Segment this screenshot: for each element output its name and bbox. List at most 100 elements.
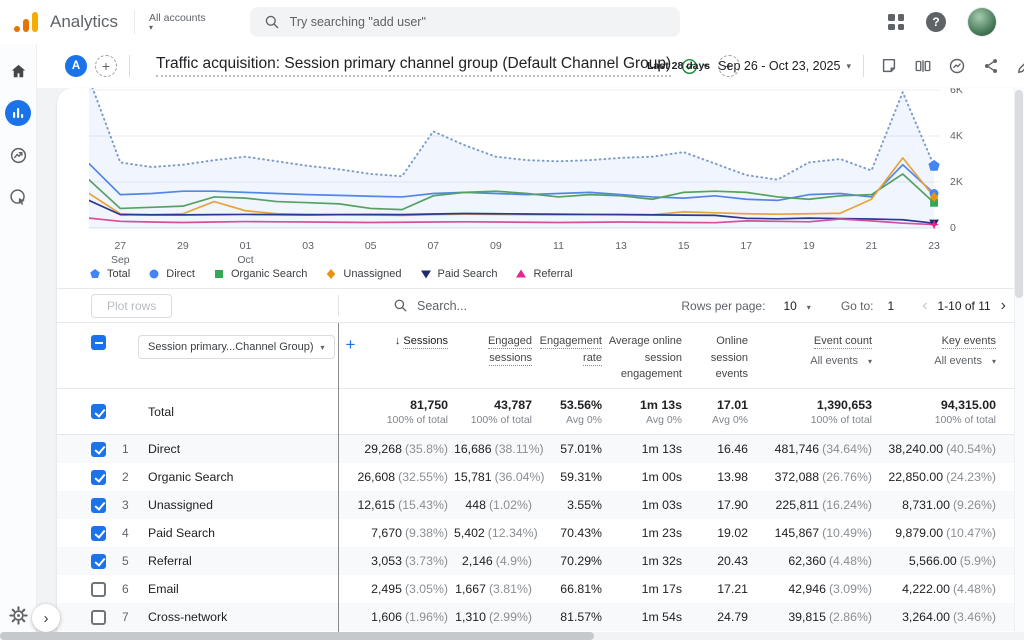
vertical-scrollbar[interactable] — [1015, 90, 1023, 298]
search-icon — [393, 298, 408, 313]
table-search-input[interactable]: Search... — [393, 298, 467, 313]
y-axis-label: 6K — [950, 88, 963, 96]
report-canvas: 6K4K2K0 27Sep2901Oct03050709111315171921… — [37, 88, 1024, 640]
metric-cell: 1,606(1.96%) — [338, 610, 454, 624]
rows-per-page-select[interactable]: 10▾ — [783, 299, 810, 313]
column-label: Key events — [942, 335, 996, 349]
total-metric-cell: 94,315.00100% of total — [878, 398, 1002, 426]
share-icon — [982, 57, 1000, 75]
select-all-checkbox[interactable] — [91, 335, 106, 350]
date-range-preset: Last 28 days — [647, 60, 710, 72]
caret-down-icon: ▾ — [846, 61, 851, 72]
column-header-key-events[interactable]: Key events All events▾ — [878, 323, 1002, 388]
y-axis: 6K4K2K0 — [944, 88, 978, 236]
share-button[interactable] — [978, 53, 1004, 79]
metric-cell: 1,310(2.99%) — [454, 610, 538, 624]
table-row[interactable]: 5Referral3,053(3.73%)2,146(4.9%)70.29%1m… — [57, 547, 1024, 575]
add-comparison-button[interactable]: + — [95, 55, 117, 77]
row-checkbox[interactable] — [91, 442, 106, 457]
column-resize-divider[interactable] — [338, 323, 339, 632]
table-row[interactable]: 7Cross-network1,606(1.96%)1,310(2.99%)81… — [57, 603, 1024, 631]
advertising-icon — [9, 188, 28, 207]
column-header-event-count[interactable]: Event countAll events▾ — [754, 323, 878, 388]
y-axis-label: 2K — [950, 176, 963, 188]
total-row-checkbox[interactable] — [91, 404, 106, 419]
x-axis-tick: 11 — [553, 240, 564, 254]
metric-cell: 9,879.00(10.47%) — [878, 526, 1002, 540]
legend-item-direct[interactable]: Direct — [148, 268, 195, 280]
horizontal-scrollbar[interactable] — [0, 632, 594, 640]
row-index: 2 — [122, 470, 138, 484]
metric-cell: 3,264.00(3.46%) — [878, 610, 1002, 624]
table-row[interactable]: 2Organic Search26,608(32.55%)15,781(36.0… — [57, 463, 1024, 491]
metric-cell: 15,781(36.04%) — [454, 470, 538, 484]
dimension-dropdown[interactable]: Session primary...Channel Group)▾ — [138, 335, 335, 359]
account-switcher-label: All accounts — [149, 12, 206, 24]
help-icon[interactable]: ? — [926, 12, 946, 32]
comparison-button[interactable] — [910, 53, 936, 79]
insights-button[interactable] — [944, 53, 970, 79]
column-header-average-online-session-engagement[interactable]: Average online session engagement — [608, 323, 688, 388]
user-avatar[interactable] — [968, 8, 996, 36]
row-checkbox[interactable] — [91, 526, 106, 541]
sidebar-item-home[interactable] — [5, 58, 31, 84]
search-input[interactable]: Try searching "add user" — [250, 7, 680, 37]
legend-item-organic-search[interactable]: Organic Search — [213, 268, 307, 280]
sidebar-item-reports[interactable] — [5, 100, 31, 126]
column-header-engagement-rate[interactable]: Engagement rate — [538, 323, 608, 388]
table-row[interactable]: 4Paid Search7,670(9.38%)5,402(12.34%)70.… — [57, 519, 1024, 547]
column-label: Sessions — [403, 335, 448, 349]
caret-down-icon: ▾ — [807, 303, 811, 312]
metric-cell: 66.81% — [538, 582, 608, 596]
sidebar-item-admin[interactable] — [5, 602, 31, 628]
expand-sidebar-button[interactable]: › — [32, 604, 60, 632]
row-checkbox[interactable] — [91, 470, 106, 485]
channel-name: Referral — [148, 554, 192, 568]
total-metric-cell: 43,787100% of total — [454, 398, 538, 426]
explore-icon — [9, 146, 28, 165]
row-checkbox[interactable] — [91, 582, 106, 597]
row-checkbox[interactable] — [91, 554, 106, 569]
divider — [134, 10, 135, 34]
column-label: Engagement rate — [540, 335, 602, 366]
legend-item-referral[interactable]: Referral — [515, 268, 572, 280]
divider — [129, 55, 130, 77]
brand-name: Analytics — [50, 12, 118, 32]
traffic-chart[interactable]: 6K4K2K0 — [89, 88, 940, 236]
notes-button[interactable] — [876, 53, 902, 79]
prev-page-button[interactable]: ‹ — [922, 297, 927, 315]
metric-cell: 16,686(38.11%) — [454, 442, 538, 456]
legend-item-total[interactable]: Total — [89, 268, 130, 280]
customize-report-button[interactable] — [1012, 53, 1024, 79]
legend-item-unassigned[interactable]: Unassigned — [325, 268, 401, 280]
report-title[interactable]: Traffic acquisition: Session primary cha… — [156, 55, 671, 77]
column-header-sessions[interactable]: ↓Sessions — [338, 323, 454, 388]
search-placeholder: Try searching "add user" — [290, 15, 426, 29]
row-checkbox[interactable] — [91, 498, 106, 513]
legend-item-paid-search[interactable]: Paid Search — [420, 268, 498, 280]
date-range-picker[interactable]: Last 28 days Sep 26 - Oct 23, 2025 ▾ — [647, 59, 851, 73]
metric-cell: 1m 00s — [608, 470, 688, 484]
account-switcher[interactable]: All accounts ▾ — [149, 12, 206, 32]
x-axis-tick: 23 — [928, 240, 940, 254]
apps-grid-icon[interactable] — [888, 14, 904, 30]
table-row[interactable]: 1Direct29,268(35.8%)16,686(38.11%)57.01%… — [57, 435, 1024, 463]
plot-rows-button[interactable]: Plot rows — [91, 294, 172, 318]
column-filter-dropdown[interactable]: All events▾ — [754, 353, 872, 370]
caret-down-icon: ▾ — [992, 357, 996, 366]
table-row[interactable]: 3Unassigned12,615(15.43%)448(1.02%)3.55%… — [57, 491, 1024, 519]
comparison-chip[interactable]: A — [65, 55, 87, 77]
goto-page-input[interactable]: 1 — [888, 299, 895, 313]
metric-cell: 1m 13s — [608, 442, 688, 456]
metric-cell: 1m 03s — [608, 498, 688, 512]
column-header-online-session-events[interactable]: Online session events — [688, 323, 754, 388]
column-header-engaged-sessions[interactable]: Engaged sessions — [454, 323, 538, 388]
date-range-value: Sep 26 - Oct 23, 2025 — [718, 59, 840, 73]
row-checkbox[interactable] — [91, 610, 106, 625]
column-filter-dropdown[interactable]: All events▾ — [878, 353, 996, 370]
sidebar-item-advertising[interactable] — [5, 184, 31, 210]
sidebar-item-explore[interactable] — [5, 142, 31, 168]
metric-cell: 16.46 — [688, 442, 754, 456]
next-page-button[interactable]: › — [1001, 297, 1006, 315]
table-row[interactable]: 6Email2,495(3.05%)1,667(3.81%)66.81%1m 1… — [57, 575, 1024, 603]
